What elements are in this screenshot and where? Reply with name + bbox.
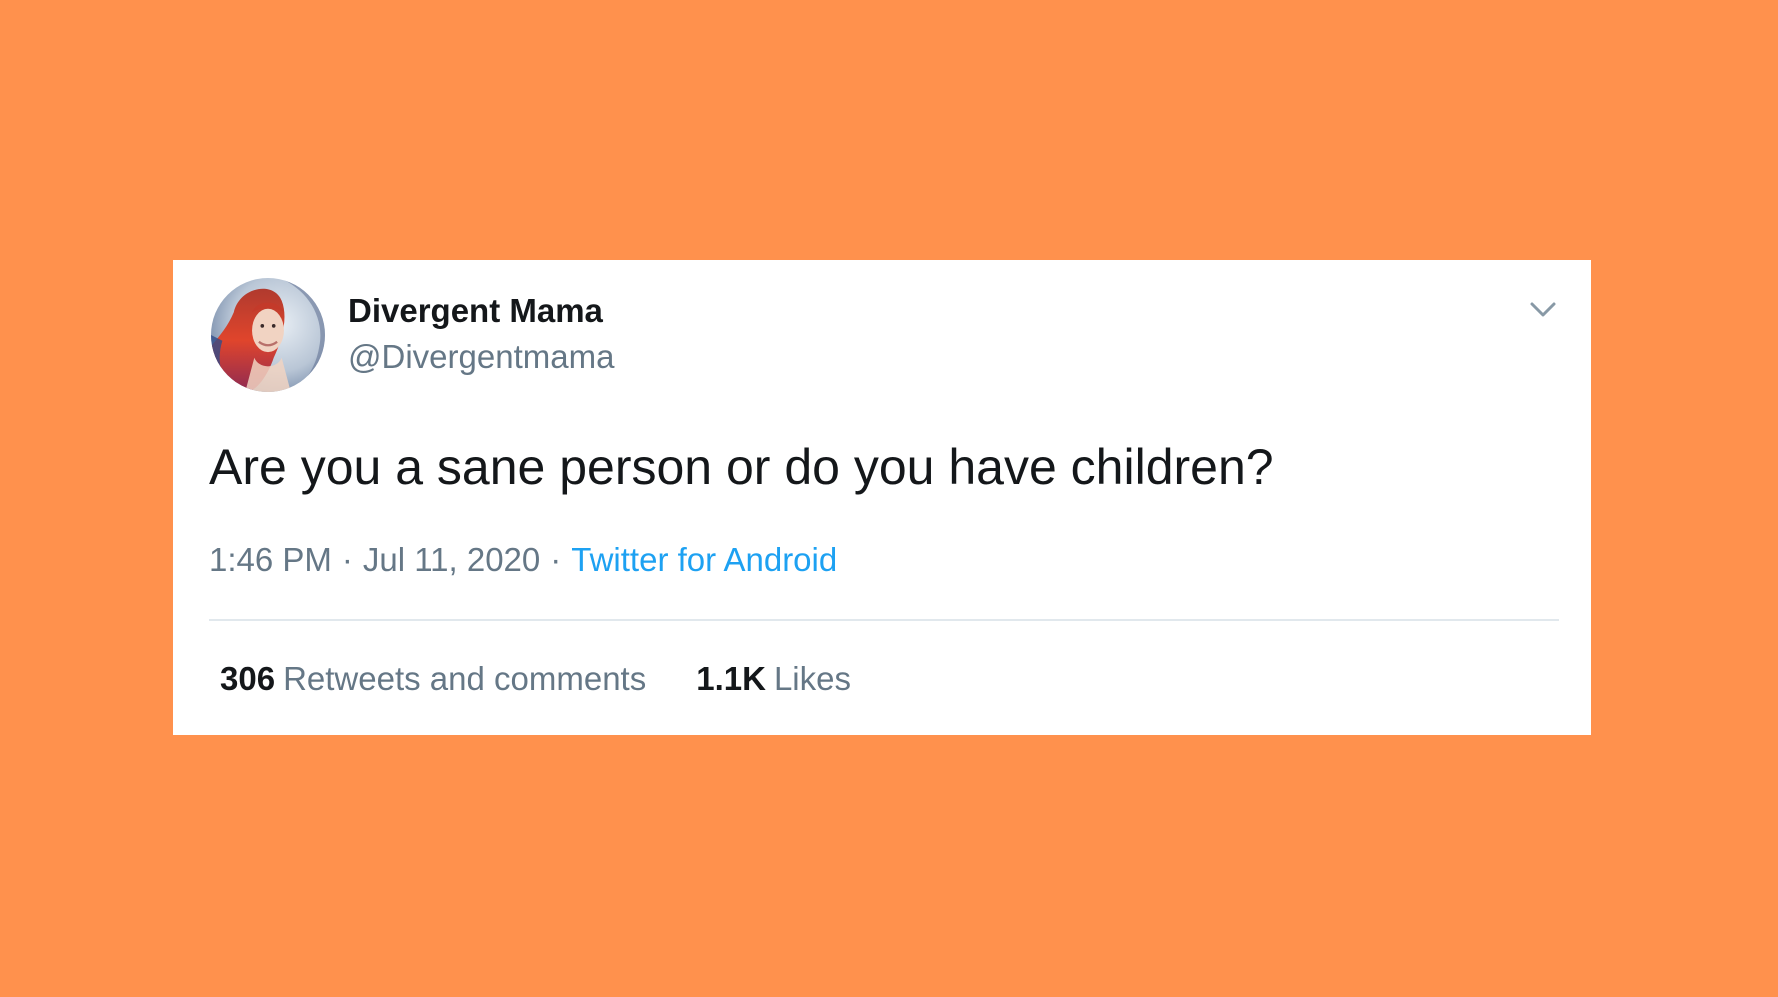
retweets-stat[interactable]: 306 Retweets and comments bbox=[220, 660, 646, 698]
likes-stat[interactable]: 1.1K Likes bbox=[696, 660, 851, 698]
tweet-stats: 306 Retweets and comments 1.1K Likes bbox=[220, 660, 901, 698]
retweets-count: 306 bbox=[220, 660, 276, 697]
likes-count: 1.1K bbox=[696, 660, 766, 697]
divider bbox=[209, 619, 1559, 621]
meta-separator: · bbox=[550, 541, 562, 578]
tweet-options-button[interactable] bbox=[1523, 290, 1563, 330]
chevron-down-icon bbox=[1530, 302, 1556, 317]
tweet-date[interactable]: Jul 11, 2020 bbox=[363, 541, 540, 578]
author-display-name[interactable]: Divergent Mama bbox=[348, 292, 603, 330]
meta-separator: · bbox=[341, 541, 353, 578]
tweet-text: Are you a sane person or do you have chi… bbox=[209, 439, 1274, 495]
avatar-photo bbox=[211, 278, 325, 392]
tweet-meta: 1:46 PM · Jul 11, 2020 · Twitter for Android bbox=[209, 541, 837, 579]
author-handle[interactable]: @Divergentmama bbox=[348, 338, 614, 376]
likes-label: Likes bbox=[773, 660, 851, 697]
avatar[interactable] bbox=[211, 278, 325, 392]
tweet-card: Divergent Mama @Divergentmama Are you a … bbox=[173, 260, 1591, 735]
tweet-time[interactable]: 1:46 PM bbox=[209, 541, 332, 578]
tweet-source-link[interactable]: Twitter for Android bbox=[571, 541, 837, 578]
retweets-label: Retweets and comments bbox=[283, 660, 647, 697]
